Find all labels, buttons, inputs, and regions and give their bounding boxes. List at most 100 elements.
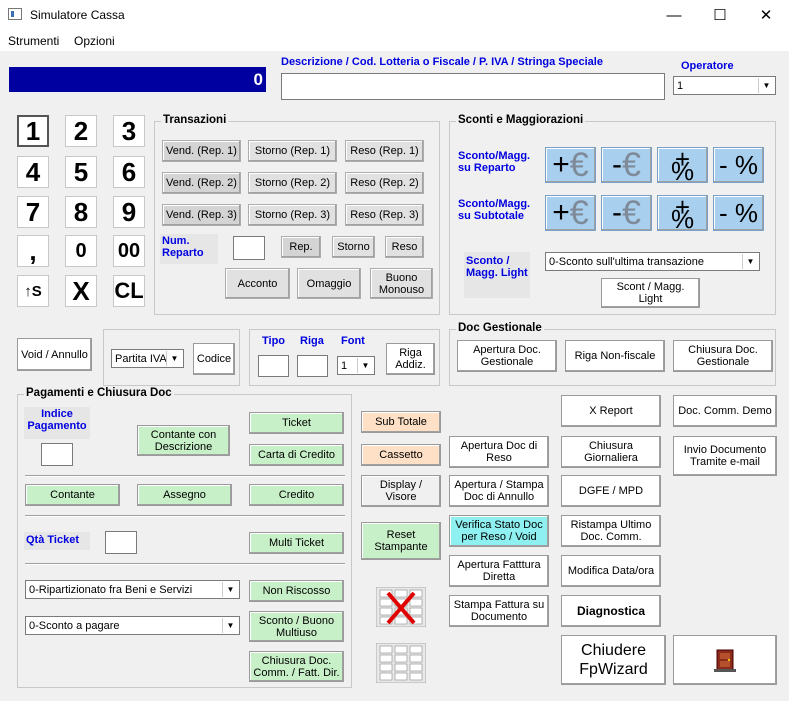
key-6[interactable]: 6 <box>113 156 145 188</box>
buono-monouso-button[interactable]: Buono Monouso <box>370 268 433 299</box>
apertura-doc-annullo-button[interactable]: Apertura / Stampa Doc di Annullo <box>449 475 549 507</box>
acconto-button[interactable]: Acconto <box>225 268 290 299</box>
doc-gestionale-title: Doc Gestionale <box>456 322 544 334</box>
key-cl[interactable]: CL <box>113 275 145 307</box>
tipo-input[interactable] <box>258 355 289 377</box>
descrizione-input[interactable] <box>281 73 665 100</box>
reset-stampante-button[interactable]: Reset Stampante <box>361 522 441 560</box>
close-button[interactable]: ✕ <box>743 0 789 31</box>
key-comma[interactable]: , <box>17 235 49 267</box>
plus-euro-reparto-button[interactable]: + € <box>545 147 596 183</box>
apertura-doc-gestionale-button[interactable]: Apertura Doc. Gestionale <box>457 340 557 372</box>
reso-rep1-button[interactable]: Reso (Rep. 1) <box>345 140 424 162</box>
plus-pct-reparto-button[interactable]: + % <box>657 146 708 184</box>
reso-button[interactable]: Reso <box>385 236 424 258</box>
menu-bar: Strumenti Opzioni <box>0 31 789 51</box>
key-1[interactable]: 1 <box>17 115 49 147</box>
key-8[interactable]: 8 <box>65 196 97 228</box>
doc-comm-demo-button[interactable]: Doc. Comm. Demo <box>673 395 777 427</box>
key-00[interactable]: 00 <box>113 235 145 267</box>
title-bar: Simulatore Cassa — ☐ ✕ <box>0 0 789 31</box>
apertura-fattura-diretta-button[interactable]: Apertura Fatttura Diretta <box>449 555 549 587</box>
ripartizione-select[interactable]: 0-Ripartizionato fra Beni e Servizi ▼ <box>25 580 240 599</box>
key-3[interactable]: 3 <box>113 115 145 147</box>
key-4[interactable]: 4 <box>17 156 49 188</box>
key-9[interactable]: 9 <box>113 196 145 228</box>
dgfe-mpd-button[interactable]: DGFE / MPD <box>561 475 661 507</box>
sconto-light-select[interactable]: 0-Sconto sull'ultima transazione ▼ <box>545 252 760 271</box>
chiudere-fpwizard-button[interactable]: Chiudere FpWizard <box>561 635 666 685</box>
vend-rep1-button[interactable]: Vend. (Rep. 1) <box>162 140 241 162</box>
key-0[interactable]: 0 <box>65 235 97 267</box>
partita-iva-select[interactable]: Partita IVA ▼ <box>111 349 184 368</box>
minimize-button[interactable]: — <box>651 0 697 31</box>
key-shift-s[interactable]: ↑S <box>17 275 49 307</box>
x-report-button[interactable]: X Report <box>561 395 661 427</box>
indice-pagamento-input[interactable] <box>41 443 73 466</box>
key-2[interactable]: 2 <box>65 115 97 147</box>
rep-button[interactable]: Rep. <box>281 236 321 258</box>
maximize-button[interactable]: ☐ <box>697 0 743 31</box>
sconto-buono-multiuso-button[interactable]: Sconto / Buono Multiuso <box>249 611 344 642</box>
codice-button[interactable]: Codice <box>193 343 235 375</box>
modifica-data-ora-button[interactable]: Modifica Data/ora <box>561 555 661 587</box>
riga-input[interactable] <box>297 355 328 377</box>
minus-euro-subtotale-button[interactable]: - € <box>601 195 652 231</box>
exit-door-button[interactable] <box>673 635 777 685</box>
amount-display: 0 <box>9 67 266 92</box>
riga-non-fiscale-button[interactable]: Riga Non-fiscale <box>565 340 665 372</box>
key-x[interactable]: X <box>65 275 97 307</box>
sconto-light-button[interactable]: Scont / Magg. Light <box>601 278 700 308</box>
void-annullo-button[interactable]: Void / Annullo <box>17 338 92 371</box>
minus-euro-reparto-button[interactable]: - € <box>601 147 652 183</box>
diagnostica-button[interactable]: Diagnostica <box>561 595 661 627</box>
storno-button[interactable]: Storno <box>332 236 375 258</box>
riga-addiz-button[interactable]: Riga Addiz. <box>386 343 435 375</box>
carta-credito-button[interactable]: Carta di Credito <box>249 444 344 466</box>
keypad-icon[interactable] <box>375 642 427 684</box>
display-visore-button[interactable]: Display / Visore <box>361 475 441 507</box>
plus-euro-subtotale-button[interactable]: + € <box>545 195 596 231</box>
chiusura-doc-gestionale-button[interactable]: Chiusura Doc. Gestionale <box>673 340 773 372</box>
door-icon <box>714 649 736 672</box>
reso-rep2-button[interactable]: Reso (Rep. 2) <box>345 172 424 194</box>
contante-button[interactable]: Contante <box>25 484 120 506</box>
num-reparto-input[interactable] <box>233 236 265 260</box>
operatore-select[interactable]: 1 ▼ <box>673 76 776 95</box>
chiusura-doc-comm-button[interactable]: Chiusura Doc. Comm. / Fatt. Dir. <box>249 651 344 682</box>
minus-pct-reparto-button[interactable]: - % <box>713 147 764 183</box>
cassetto-button[interactable]: Cassetto <box>361 444 441 466</box>
reso-rep3-button[interactable]: Reso (Rep. 3) <box>345 204 424 226</box>
key-7[interactable]: 7 <box>17 196 49 228</box>
sconto-pagare-select[interactable]: 0-Sconto a pagare ▼ <box>25 616 240 635</box>
multi-ticket-button[interactable]: Multi Ticket <box>249 532 344 554</box>
apertura-doc-reso-button[interactable]: Apertura Doc di Reso <box>449 436 549 468</box>
ticket-button[interactable]: Ticket <box>249 412 344 434</box>
vend-rep2-button[interactable]: Vend. (Rep. 2) <box>162 172 241 194</box>
contante-descrizione-button[interactable]: Contante con Descrizione <box>137 425 230 456</box>
storno-rep2-button[interactable]: Storno (Rep. 2) <box>248 172 337 194</box>
keypad-disabled-icon[interactable] <box>375 586 427 628</box>
vend-rep3-button[interactable]: Vend. (Rep. 3) <box>162 204 241 226</box>
minus-pct-subtotale-button[interactable]: - % <box>713 195 764 231</box>
qta-ticket-input[interactable] <box>105 531 137 554</box>
key-5[interactable]: 5 <box>65 156 97 188</box>
menu-strumenti[interactable]: Strumenti <box>8 34 59 48</box>
ristampa-ultimo-doc-button[interactable]: Ristampa Ultimo Doc. Comm. <box>561 515 661 547</box>
stampa-fattura-button[interactable]: Stampa Fattura su Documento <box>449 595 549 627</box>
storno-rep3-button[interactable]: Storno (Rep. 3) <box>248 204 337 226</box>
menu-opzioni[interactable]: Opzioni <box>74 34 115 48</box>
invio-documento-email-button[interactable]: Invio Documento Tramite e-mail <box>673 436 777 476</box>
assegno-button[interactable]: Assegno <box>137 484 232 506</box>
credito-button[interactable]: Credito <box>249 484 344 506</box>
euro-icon: € <box>569 194 589 232</box>
verifica-stato-doc-button[interactable]: Verifica Stato Doc per Reso / Void <box>449 515 549 547</box>
non-riscosso-button[interactable]: Non Riscosso <box>249 580 344 602</box>
indice-pagamento-label: Indice Pagamento <box>24 407 90 439</box>
font-select[interactable]: 1 ▼ <box>337 356 375 375</box>
chiusura-giornaliera-button[interactable]: Chiusura Giornaliera <box>561 436 661 468</box>
sub-totale-button[interactable]: Sub Totale <box>361 411 441 433</box>
omaggio-button[interactable]: Omaggio <box>297 268 361 299</box>
storno-rep1-button[interactable]: Storno (Rep. 1) <box>248 140 337 162</box>
plus-pct-subtotale-button[interactable]: + % <box>657 194 708 232</box>
